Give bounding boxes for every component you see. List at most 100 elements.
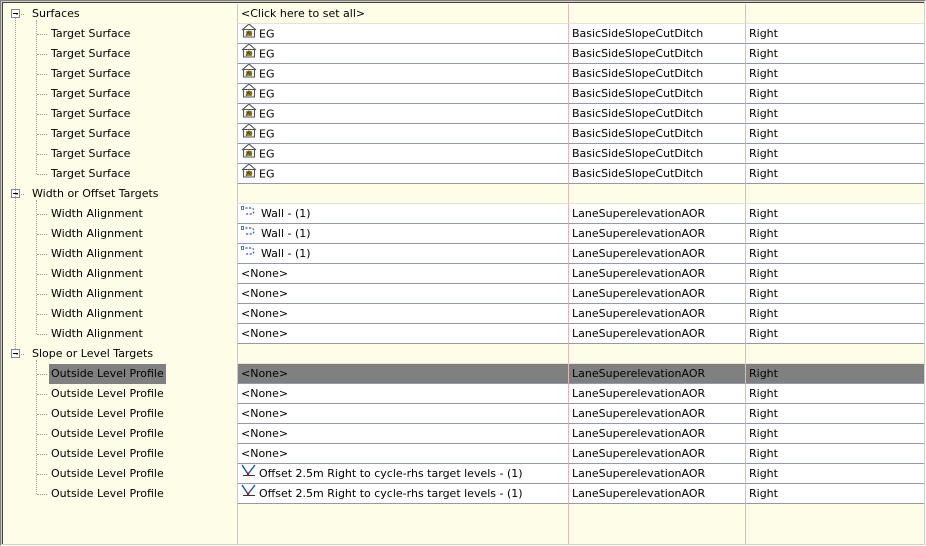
tree-connector [15, 18, 16, 349]
target-object-name: Wall - (1) [261, 247, 311, 260]
target-row[interactable]: Target Surface EG BasicSideSlopeCutDitch Ri… [3, 164, 924, 184]
tree-connector [16, 194, 24, 195]
target-row[interactable]: Width Alignment <None> LaneSuperelevationA… [3, 264, 924, 284]
target-object-cell[interactable]: <None> [237, 384, 569, 404]
target-object-cell[interactable]: EG [237, 44, 569, 64]
target-object-cell[interactable]: <None> [237, 364, 569, 384]
tree-connector [37, 94, 47, 95]
target-row[interactable]: Outside Level Profile <None> LaneSuperelev… [3, 364, 924, 384]
target-object-cell[interactable]: <None> [237, 404, 569, 424]
target-label-cell: Target Surface [3, 24, 237, 44]
target-row[interactable]: Outside Level Profile <None> LaneSuperelev… [3, 424, 924, 444]
target-object-cell[interactable]: Wall - (1) [237, 244, 569, 264]
tree-connector [37, 214, 47, 215]
target-row[interactable]: Target Surface EG BasicSideSlopeCutDitch Ri… [3, 84, 924, 104]
group-side-cell [746, 344, 924, 364]
surface-icon [241, 64, 257, 83]
target-object-cell[interactable]: EG [237, 164, 569, 184]
target-row[interactable]: Width Alignment <None> LaneSuperelevationA… [3, 324, 924, 344]
side-cell: Right [746, 284, 924, 304]
target-label: Width Alignment [51, 227, 143, 240]
target-label: Outside Level Profile [51, 427, 164, 440]
subassembly-name-cell: LaneSuperelevationAOR [569, 204, 746, 224]
target-row[interactable]: Outside Level Profile <None> LaneSuperelev… [3, 404, 924, 424]
target-label-cell: Outside Level Profile [3, 364, 237, 384]
group-side-cell [746, 184, 924, 204]
empty-grid-area [237, 504, 924, 544]
side-cell: Right [746, 324, 924, 344]
target-row[interactable]: Width Alignment <None> LaneSuperelevationA… [3, 284, 924, 304]
subassembly-name-cell: LaneSuperelevationAOR [569, 244, 746, 264]
surface-icon [241, 44, 257, 63]
tree-connector [37, 454, 47, 455]
group-label: Slope or Level Targets [32, 347, 154, 360]
target-label: Target Surface [51, 87, 131, 100]
group-label-cell: Width or Offset Targets [3, 184, 237, 204]
target-object-cell[interactable]: EG [237, 64, 569, 84]
tree-connector [37, 34, 47, 35]
target-row[interactable]: Target Surface EG BasicSideSlopeCutDitch Ri… [3, 24, 924, 44]
tree-connector [37, 134, 47, 135]
group-row[interactable]: Width or Offset Targets [3, 184, 924, 204]
target-label-cell: Target Surface [3, 84, 237, 104]
side-cell: Right [746, 204, 924, 224]
target-label: Outside Level Profile [51, 447, 164, 460]
tree-connector [16, 354, 24, 355]
target-label: Outside Level Profile [49, 364, 166, 384]
subassembly-name-cell: LaneSuperelevationAOR [569, 304, 746, 324]
tree-connector [37, 234, 47, 235]
tree-connector [37, 374, 47, 375]
target-object-cell[interactable]: <None> [237, 324, 569, 344]
target-row[interactable]: Outside Level Profile <None> LaneSuperelev… [3, 444, 924, 464]
target-object-cell[interactable]: EG [237, 84, 569, 104]
target-object-cell[interactable]: EG [237, 104, 569, 124]
target-label: Width Alignment [51, 267, 143, 280]
target-label-cell: Target Surface [3, 144, 237, 164]
group-value-cell[interactable]: <Click here to set all> [237, 4, 569, 24]
side-cell: Right [746, 224, 924, 244]
target-row[interactable]: Target Surface EG BasicSideSlopeCutDitch Ri… [3, 144, 924, 164]
target-label: Width Alignment [51, 307, 143, 320]
target-row[interactable]: Outside Level Profile Offset 2.5m Right t… [3, 484, 924, 504]
target-object-cell[interactable]: Wall - (1) [237, 224, 569, 244]
side-cell: Right [746, 84, 924, 104]
target-row[interactable]: Target Surface EG BasicSideSlopeCutDitch Ri… [3, 64, 924, 84]
target-label: Width Alignment [51, 327, 143, 340]
target-object-cell[interactable]: EG [237, 144, 569, 164]
target-row[interactable]: Width Alignment Wall - (1) LaneSuperelevat… [3, 204, 924, 224]
target-object-cell[interactable]: Offset 2.5m Right to cycle-rhs target le… [237, 464, 569, 484]
target-row[interactable]: Target Surface EG BasicSideSlopeCutDitch Ri… [3, 44, 924, 64]
profile-icon [241, 484, 257, 503]
target-object-cell[interactable]: <None> [237, 264, 569, 284]
tree-connector [37, 174, 47, 175]
group-subassembly-cell [569, 344, 746, 364]
target-row[interactable]: Target Surface EG BasicSideSlopeCutDitch Ri… [3, 124, 924, 144]
target-object-cell[interactable]: EG [237, 24, 569, 44]
target-row[interactable]: Width Alignment <None> LaneSuperelevationA… [3, 304, 924, 324]
target-label-cell: Target Surface [3, 164, 237, 184]
target-row[interactable]: Outside Level Profile Offset 2.5m Right t… [3, 464, 924, 484]
target-object-cell[interactable]: <None> [237, 424, 569, 444]
target-object-cell[interactable]: <None> [237, 444, 569, 464]
subassembly-name-cell: LaneSuperelevationAOR [569, 384, 746, 404]
target-row[interactable]: Width Alignment Wall - (1) LaneSuperelevat… [3, 244, 924, 264]
target-object-name: Wall - (1) [261, 227, 311, 240]
target-label: Width Alignment [51, 207, 143, 220]
target-object-cell[interactable]: EG [237, 124, 569, 144]
target-object-cell[interactable]: <None> [237, 284, 569, 304]
column-divider [568, 504, 569, 544]
target-label-cell: Width Alignment [3, 224, 237, 244]
profile-icon [241, 464, 257, 483]
tree-connector [37, 314, 47, 315]
tree-connector [37, 54, 47, 55]
target-object-cell[interactable]: <None> [237, 304, 569, 324]
group-row[interactable]: Slope or Level Targets [3, 344, 924, 364]
target-row[interactable]: Outside Level Profile <None> LaneSuperelev… [3, 384, 924, 404]
target-row[interactable]: Width Alignment Wall - (1) LaneSuperelevat… [3, 224, 924, 244]
target-row[interactable]: Target Surface EG BasicSideSlopeCutDitch Ri… [3, 104, 924, 124]
target-object-cell[interactable]: Offset 2.5m Right to cycle-rhs target le… [237, 484, 569, 504]
side-cell: Right [746, 144, 924, 164]
side-cell: Right [746, 364, 924, 384]
group-row[interactable]: Surfaces <Click here to set all> [3, 4, 924, 24]
target-object-cell[interactable]: Wall - (1) [237, 204, 569, 224]
